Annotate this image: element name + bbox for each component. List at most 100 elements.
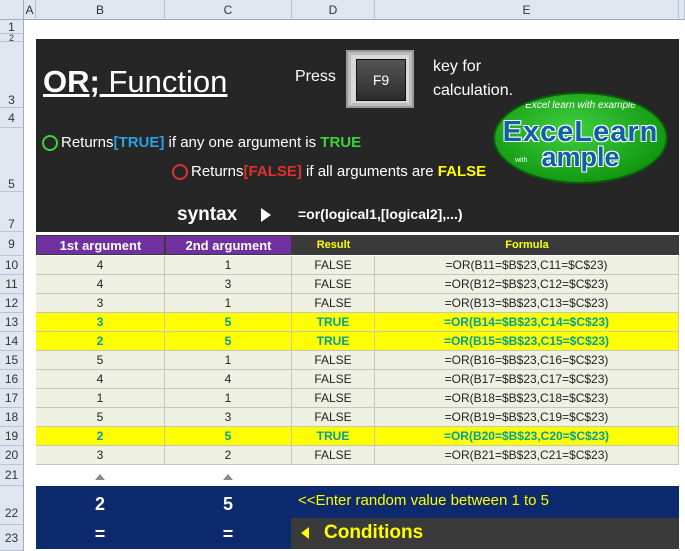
column-header-f[interactable] [679, 0, 685, 20]
table-cell[interactable]: =OR(B16=$B$23,C16=$C$23) [375, 351, 679, 370]
row-header-3[interactable]: 3 [0, 42, 24, 108]
table-cell[interactable]: 5 [165, 427, 292, 446]
row-header-23[interactable]: 23 [0, 525, 24, 551]
table-cell[interactable]: TRUE [292, 332, 375, 351]
table-cell[interactable]: 4 [36, 275, 165, 294]
table-cell[interactable]: 1 [165, 294, 292, 313]
row-header-4[interactable]: 4 [0, 108, 24, 128]
table-cell[interactable]: 5 [36, 408, 165, 427]
smiley-icon [42, 134, 58, 151]
table-cell[interactable]: FALSE [292, 370, 375, 389]
table-cell[interactable]: =OR(B21=$B$23,C21=$C$23) [375, 446, 679, 465]
false-word: FALSE [437, 163, 487, 180]
column-header-b[interactable]: B [36, 0, 165, 20]
row-header-13[interactable]: 13 [0, 313, 24, 332]
table-cell[interactable]: TRUE [292, 313, 375, 332]
table-cell[interactable]: =OR(B20=$B$23,C20=$C$23) [375, 427, 679, 446]
row-header-10[interactable]: 10 [0, 256, 24, 275]
table-cell[interactable]: 4 [36, 256, 165, 275]
table-cell[interactable]: 3 [165, 275, 292, 294]
row-header-21[interactable]: 21 [0, 465, 24, 486]
table-cell[interactable]: =OR(B12=$B$23,C12=$C$23) [375, 275, 679, 294]
table-cell[interactable]: 5 [165, 313, 292, 332]
row-header-20[interactable]: 20 [0, 446, 24, 465]
table-cell[interactable]: 3 [165, 408, 292, 427]
table-cell[interactable]: FALSE [292, 351, 375, 370]
enter-instruction: <<Enter random value between 1 to 5 [298, 492, 550, 509]
table-cell[interactable]: =OR(B19=$B$23,C19=$C$23) [375, 408, 679, 427]
table-cell[interactable]: TRUE [292, 427, 375, 446]
page-title: OR; Function [43, 64, 228, 99]
table-cell[interactable]: 1 [36, 389, 165, 408]
column-header-e[interactable]: E [375, 0, 679, 20]
row-header-15[interactable]: 15 [0, 351, 24, 370]
table-cell[interactable]: FALSE [292, 446, 375, 465]
conditions-bar: Conditions [291, 518, 679, 549]
press-label: Press [295, 68, 336, 85]
frown-icon [172, 163, 188, 180]
column-header-a[interactable]: A [24, 0, 36, 20]
table-cell[interactable]: =OR(B18=$B$23,C18=$C$23) [375, 389, 679, 408]
false-prefix: Returns [191, 163, 244, 180]
table-cell[interactable]: FALSE [292, 294, 375, 313]
row-header-5[interactable]: 5 [0, 128, 24, 192]
row-header-7[interactable]: 7 [0, 192, 24, 232]
table-cell[interactable]: 3 [36, 313, 165, 332]
syntax-label: syntax [177, 204, 238, 225]
row-header-17[interactable]: 17 [0, 389, 24, 408]
row-header-2[interactable]: 2 [0, 33, 24, 43]
table-cell[interactable]: =OR(B17=$B$23,C17=$C$23) [375, 370, 679, 389]
table-cell[interactable]: =OR(B14=$B$23,C14=$C$23) [375, 313, 679, 332]
table-cell[interactable]: 1 [165, 256, 292, 275]
table-cell[interactable]: FALSE [292, 408, 375, 427]
row-header-12[interactable]: 12 [0, 294, 24, 313]
true-prefix: Returns [61, 134, 114, 151]
input-b23[interactable]: 2 [70, 494, 130, 515]
f9-key-icon: F9 [346, 50, 414, 108]
table-cell[interactable]: =OR(B15=$B$23,C15=$C$23) [375, 332, 679, 351]
row-header-9[interactable]: 9 [0, 232, 24, 256]
true-word: TRUE [320, 134, 362, 151]
false-description: Returns [FALSE] if all arguments are FAL… [172, 163, 486, 180]
row-header-19[interactable]: 19 [0, 427, 24, 446]
row-header-16[interactable]: 16 [0, 370, 24, 389]
row-header-22[interactable]: 22 [0, 486, 24, 525]
table-cell[interactable]: =OR(B13=$B$23,C13=$C$23) [375, 294, 679, 313]
row-header-14[interactable]: 14 [0, 332, 24, 351]
logo-tagline: Excel learn with example [525, 100, 636, 111]
column-header-d[interactable]: D [292, 0, 375, 20]
table-cell[interactable]: 4 [165, 370, 292, 389]
table-cell[interactable]: 3 [36, 446, 165, 465]
f9-key-label: F9 [356, 59, 406, 101]
row-header-11[interactable]: 11 [0, 275, 24, 294]
table-cell[interactable]: FALSE [292, 275, 375, 294]
left-arrow-icon [301, 527, 309, 539]
key-for-line1: key for [433, 58, 482, 75]
header-1st-argument[interactable]: 1st argument [36, 235, 165, 255]
table-cell[interactable]: 2 [36, 332, 165, 351]
table-cell[interactable]: 2 [36, 427, 165, 446]
table-cell[interactable]: 2 [165, 446, 292, 465]
header-result[interactable]: Result [292, 235, 375, 255]
table-cell[interactable]: 3 [36, 294, 165, 313]
column-header-c[interactable]: C [165, 0, 292, 20]
logo-with: with [515, 157, 528, 164]
table-cell[interactable]: 1 [165, 389, 292, 408]
input-c23[interactable]: 5 [198, 494, 258, 515]
true-description: Returns [TRUE] if any one argument is TR… [42, 134, 361, 151]
table-cell[interactable]: 5 [36, 351, 165, 370]
table-cell[interactable]: FALSE [292, 256, 375, 275]
up-arrow-icon [95, 474, 105, 480]
header-formula[interactable]: Formula [375, 235, 679, 255]
table-cell[interactable]: =OR(B11=$B$23,C11=$C$23) [375, 256, 679, 275]
table-cell[interactable]: 5 [165, 332, 292, 351]
table-cell[interactable]: 1 [165, 351, 292, 370]
table-cell[interactable]: 4 [36, 370, 165, 389]
syntax-arrow-icon [261, 208, 271, 222]
select-all-corner[interactable] [0, 0, 24, 20]
false-mid: if all arguments are [301, 163, 438, 180]
row-header-18[interactable]: 18 [0, 408, 24, 427]
header-2nd-argument[interactable]: 2nd argument [165, 235, 292, 255]
table-cell[interactable]: FALSE [292, 389, 375, 408]
conditions-label: Conditions [324, 522, 424, 543]
